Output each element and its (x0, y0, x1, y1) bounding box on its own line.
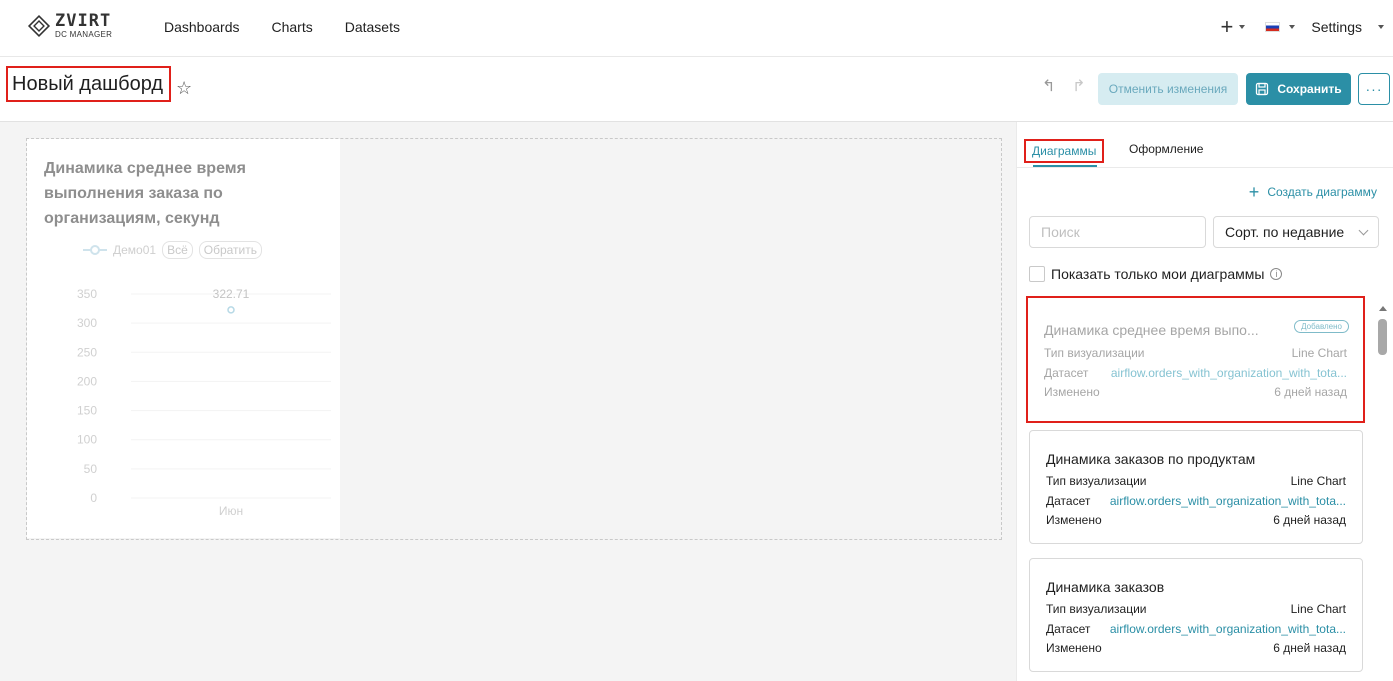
type-label: Тип визуализации (1046, 602, 1147, 616)
star-icon[interactable]: ☆ (176, 79, 192, 97)
info-icon[interactable]: i (1270, 268, 1283, 280)
modified-value: 6 дней назад (1274, 385, 1347, 399)
dashboard-header: Новый дашборд ☆ ↰ ↱ Отменить изменения С… (0, 57, 1393, 122)
modified-label: Изменено (1044, 385, 1100, 399)
save-button[interactable]: Сохранить (1246, 73, 1351, 105)
chart-item-dataset-row: Датасет airflow.orders_with_organization… (1044, 366, 1347, 380)
redo-icon[interactable]: ↱ (1072, 79, 1085, 95)
dataset-link[interactable]: airflow.orders_with_organization_with_to… (1110, 622, 1346, 636)
scroll-up-arrow-icon[interactable] (1379, 306, 1387, 311)
chart-item-title: Динамика заказов по продуктам (1046, 451, 1256, 467)
sort-select[interactable]: Сорт. по недавние (1213, 216, 1379, 248)
dashboard-title[interactable]: Новый дашборд (6, 66, 172, 102)
logo[interactable]: ZVIRT DC MANAGER (27, 13, 112, 39)
y-tick-label: 200 (77, 374, 97, 388)
chart-item-dataset-row: Датасет airflow.orders_with_organization… (1046, 494, 1346, 508)
chart-card[interactable]: Динамика среднее время выполнения заказа… (27, 139, 340, 538)
search-input[interactable] (1029, 216, 1206, 248)
tab-design[interactable]: Оформление (1129, 142, 1203, 156)
chart-list: Динамика среднее время выпо... Добавлено… (1017, 296, 1393, 681)
chart-item-type-row: Тип визуализации Line Chart (1046, 602, 1346, 616)
data-label: 322.71 (213, 287, 250, 301)
modified-value: 6 дней назад (1273, 513, 1346, 527)
chevron-down-icon[interactable] (1239, 25, 1246, 29)
dashboard-canvas: Динамика среднее время выполнения заказа… (0, 122, 1016, 681)
panel-tabs: Диаграммы Оформление (1017, 122, 1393, 168)
chart-list-item[interactable]: Динамика заказов по продуктам Тип визуал… (1029, 430, 1363, 544)
nav-charts[interactable]: Charts (272, 19, 313, 35)
chart-item-dataset-row: Датасет airflow.orders_with_organization… (1046, 622, 1346, 636)
undo-icon[interactable]: ↰ (1042, 79, 1055, 95)
settings-menu[interactable]: Settings (1311, 19, 1384, 35)
only-mine-filter: Показать только мои диаграммы i (1029, 266, 1283, 282)
type-value: Line Chart (1290, 474, 1346, 488)
x-tick-label: Июн (219, 504, 243, 518)
scrollbar-thumb[interactable] (1378, 319, 1387, 355)
panel-scrollbar[interactable] (1378, 306, 1387, 681)
chart-item-modified-row: Изменено 6 дней назад (1046, 641, 1346, 655)
dataset-label: Датасет (1046, 494, 1091, 508)
cancel-changes-label: Отменить изменения (1108, 82, 1228, 96)
plus-icon[interactable]: + (1221, 16, 1234, 38)
create-chart-button[interactable]: + Создать диаграмму (1249, 183, 1377, 201)
line-chart: 350 300 250 200 150 100 50 0 Июн 322.71 (77, 287, 331, 518)
chart-list-item[interactable]: Динамика среднее время выпо... Добавлено… (1026, 296, 1365, 423)
chevron-down-icon (1358, 225, 1369, 235)
chart-item-modified-row: Изменено 6 дней назад (1044, 385, 1347, 399)
only-mine-label[interactable]: Показать только мои диаграммы (1051, 266, 1264, 282)
y-tick-label: 50 (84, 462, 98, 476)
dataset-label: Датасет (1046, 622, 1091, 636)
chart-item-title: Динамика среднее время выпо... (1044, 322, 1259, 338)
data-point (227, 306, 235, 314)
dataset-link[interactable]: airflow.orders_with_organization_with_to… (1110, 494, 1346, 508)
modified-value: 6 дней назад (1273, 641, 1346, 655)
logo-text: ZVIRT (55, 11, 112, 31)
more-options-button[interactable]: ··· (1358, 73, 1390, 105)
chart-item-title: Динамика заказов (1046, 579, 1165, 595)
type-value: Line Chart (1290, 602, 1346, 616)
y-tick-label: 100 (77, 433, 97, 447)
nav-datasets[interactable]: Datasets (345, 19, 400, 35)
dataset-link[interactable]: airflow.orders_with_organization_with_to… (1111, 366, 1347, 380)
top-right-controls: + Settings (1221, 15, 1393, 39)
save-icon (1256, 82, 1269, 96)
cancel-changes-button[interactable]: Отменить изменения (1098, 73, 1238, 105)
only-mine-checkbox[interactable] (1029, 266, 1045, 282)
more-icon: ··· (1365, 81, 1383, 97)
logo-subtitle: DC MANAGER (55, 30, 113, 39)
sort-select-value: Сорт. по недавние (1225, 224, 1345, 240)
modified-label: Изменено (1046, 513, 1102, 527)
y-tick-label: 0 (90, 491, 97, 505)
type-label: Тип визуализации (1046, 474, 1147, 488)
settings-label: Settings (1311, 19, 1362, 35)
chevron-down-icon[interactable] (1289, 25, 1296, 29)
tab-charts[interactable]: Диаграммы (1024, 139, 1105, 163)
active-tab-indicator (1033, 165, 1097, 167)
save-label: Сохранить (1277, 82, 1342, 96)
main-nav: Dashboards Charts Datasets (164, 19, 432, 35)
y-tick-label: 300 (77, 316, 97, 330)
logo-icon (27, 14, 51, 38)
y-tick-label: 350 (77, 287, 97, 301)
chart-item-type-row: Тип визуализации Line Chart (1044, 346, 1347, 360)
language-flag-icon[interactable] (1265, 22, 1281, 32)
chart-item-modified-row: Изменено 6 дней назад (1046, 513, 1346, 527)
added-badge: Добавлено (1294, 320, 1349, 333)
nav-dashboards[interactable]: Dashboards (164, 19, 240, 35)
create-chart-label: Создать диаграмму (1267, 185, 1377, 199)
type-label: Тип визуализации (1044, 346, 1145, 360)
dataset-label: Датасет (1044, 366, 1089, 380)
modified-label: Изменено (1046, 641, 1102, 655)
y-tick-label: 250 (77, 345, 97, 359)
type-value: Line Chart (1291, 346, 1347, 360)
chevron-down-icon (1378, 25, 1384, 29)
y-tick-label: 150 (77, 404, 97, 418)
top-navbar: ZVIRT DC MANAGER Dashboards Charts Datas… (0, 0, 1393, 57)
charts-side-panel: Диаграммы Оформление + Создать диаграмму… (1016, 122, 1393, 681)
plus-icon: + (1248, 182, 1260, 202)
chart-list-item[interactable]: Динамика заказов Тип визуализации Line C… (1029, 558, 1363, 672)
chart-item-type-row: Тип визуализации Line Chart (1046, 474, 1346, 488)
